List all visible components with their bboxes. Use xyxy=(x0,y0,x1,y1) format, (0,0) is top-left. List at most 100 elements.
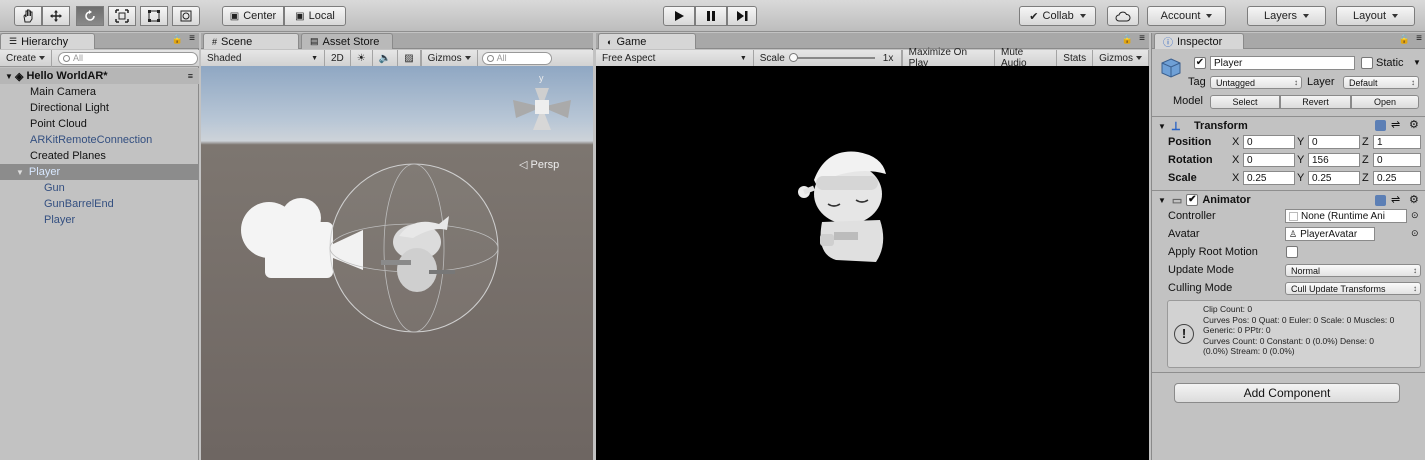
create-dropdown[interactable]: Create xyxy=(0,49,53,67)
component-gear-icon[interactable]: ⚙ xyxy=(1409,193,1419,206)
scale-slider[interactable]: Scale 1x xyxy=(754,49,902,67)
cloud-button[interactable] xyxy=(1107,6,1139,26)
stats-toggle[interactable]: Stats xyxy=(1057,49,1094,67)
scene-options-icon[interactable]: ≡ xyxy=(188,71,193,81)
game-gizmos-dropdown[interactable]: Gizmos xyxy=(1093,49,1149,67)
lock-icon[interactable]: 🔒 xyxy=(1122,34,1133,45)
scale-x-field[interactable]: 0.25 xyxy=(1243,171,1295,185)
lock-icon[interactable]: 🔒 xyxy=(1399,34,1410,45)
add-component-button[interactable]: Add Component xyxy=(1174,383,1400,403)
hierarchy-item-gun[interactable]: Gun xyxy=(0,180,199,196)
help-book-icon[interactable] xyxy=(1375,195,1386,206)
hierarchy-search-input[interactable]: All xyxy=(58,51,199,65)
object-picker-icon[interactable]: ⊙ xyxy=(1411,228,1419,239)
lock-icon[interactable]: 🔒 xyxy=(172,34,183,45)
hierarchy-item-arkit-remote[interactable]: ARKitRemoteConnection xyxy=(0,132,199,148)
tab-asset-store[interactable]: ▤ Asset Store xyxy=(301,33,393,49)
scale-slider-track[interactable] xyxy=(788,53,875,62)
scale-tool-icon[interactable] xyxy=(108,6,136,26)
foldout-arrow-icon[interactable]: ▼ xyxy=(1158,122,1166,131)
tab-game[interactable]: ◐ Game xyxy=(598,33,696,49)
scale-slider-thumb[interactable] xyxy=(788,53,798,62)
rect-tool-icon[interactable] xyxy=(140,6,168,26)
tab-scene[interactable]: # Scene xyxy=(203,33,299,49)
apply-root-motion-checkbox[interactable] xyxy=(1286,246,1298,258)
scale-z-field[interactable]: 0.25 xyxy=(1373,171,1421,185)
rotation-x-field[interactable]: 0 xyxy=(1243,153,1295,167)
play-button[interactable] xyxy=(663,6,695,26)
help-book-icon[interactable] xyxy=(1375,120,1386,131)
hierarchy-item-player-child[interactable]: Player xyxy=(0,212,199,228)
pivot-local-button[interactable]: ▣ Local xyxy=(284,6,346,26)
effects-toggle-icon[interactable]: ▨ xyxy=(398,49,421,67)
hierarchy-item-main-camera[interactable]: Main Camera xyxy=(0,84,199,100)
preset-sliders-icon[interactable]: ⇌ xyxy=(1391,193,1400,206)
audio-toggle-icon[interactable]: 🔈 xyxy=(373,49,399,67)
panel-menu-icon[interactable]: ≡ xyxy=(189,33,195,44)
expand-arrow-icon[interactable]: ▼ xyxy=(3,72,15,81)
scene-root-row[interactable]: ▼ ◈ Hello WorldAR* ≡ xyxy=(0,68,199,84)
layer-dropdown[interactable]: Default xyxy=(1343,76,1419,89)
rotation-z-field[interactable]: 0 xyxy=(1373,153,1421,167)
model-revert-button[interactable]: Revert xyxy=(1280,95,1351,109)
active-checkbox[interactable]: ✔ xyxy=(1194,57,1206,69)
culling-mode-dropdown[interactable]: Cull Update Transforms xyxy=(1285,282,1421,295)
preset-sliders-icon[interactable]: ⇌ xyxy=(1391,118,1400,131)
tab-hierarchy[interactable]: ☰ Hierarchy xyxy=(0,33,95,49)
position-x-field[interactable]: 0 xyxy=(1243,135,1295,149)
hierarchy-item-player[interactable]: ▼ Player xyxy=(0,164,199,180)
game-viewport[interactable] xyxy=(596,66,1149,460)
scene-viewport[interactable]: y ◁ Persp xyxy=(201,66,593,460)
tag-dropdown[interactable]: Untagged xyxy=(1210,76,1302,89)
shading-dropdown[interactable]: Shaded ▼ xyxy=(201,49,325,67)
controller-field[interactable]: None (Runtime Ani xyxy=(1285,209,1407,223)
object-picker-icon[interactable]: ⊙ xyxy=(1411,210,1419,221)
layers-dropdown[interactable]: Layers xyxy=(1247,6,1326,26)
position-x-value: 0 xyxy=(1247,136,1253,148)
position-z-value: 1 xyxy=(1377,136,1383,148)
mute-audio-toggle[interactable]: Mute Audio xyxy=(995,47,1058,69)
panel-menu-icon[interactable]: ≡ xyxy=(1139,33,1145,44)
scene-gizmos-dropdown[interactable]: Gizmos xyxy=(420,49,478,67)
info-line: Curves Pos: 0 Quat: 0 Euler: 0 Scale: 0 … xyxy=(1203,314,1395,325)
lighting-toggle-icon[interactable]: ☀ xyxy=(351,49,373,67)
static-checkbox[interactable] xyxy=(1361,57,1373,69)
tab-inspector[interactable]: ⓘ Inspector xyxy=(1154,33,1244,49)
transform-tool-icon[interactable] xyxy=(172,6,200,26)
maximize-on-play-toggle[interactable]: Maximize On Play xyxy=(901,47,996,69)
pause-button[interactable] xyxy=(695,6,727,26)
step-button[interactable] xyxy=(727,6,757,26)
persp-label[interactable]: ◁ Persp xyxy=(519,158,559,171)
hierarchy-item-gun-barrel-end[interactable]: GunBarrelEnd xyxy=(0,196,199,212)
foldout-arrow-icon[interactable]: ▼ xyxy=(1158,196,1166,205)
collab-button[interactable]: ✔ Collab xyxy=(1019,6,1096,26)
2d-toggle[interactable]: 2D xyxy=(325,49,351,67)
pivot-center-button[interactable]: ▣ Center xyxy=(222,6,284,26)
expand-arrow-icon[interactable]: ▼ xyxy=(16,168,24,177)
rotate-tool-icon[interactable] xyxy=(76,6,104,26)
hierarchy-item-directional-light[interactable]: Directional Light xyxy=(0,100,199,116)
hierarchy-item-created-planes[interactable]: Created Planes xyxy=(0,148,199,164)
update-mode-dropdown[interactable]: Normal xyxy=(1285,264,1421,277)
component-gear-icon[interactable]: ⚙ xyxy=(1409,118,1419,131)
model-select-button[interactable]: Select xyxy=(1210,95,1280,109)
layout-dropdown[interactable]: Layout xyxy=(1336,6,1415,26)
aspect-dropdown[interactable]: Free Aspect ▼ xyxy=(596,49,754,67)
model-open-button[interactable]: Open xyxy=(1351,95,1419,109)
panel-menu-icon[interactable]: ≡ xyxy=(1416,33,1422,44)
player-model-scene[interactable] xyxy=(373,210,463,300)
rotation-y-field[interactable]: 156 xyxy=(1308,153,1360,167)
scene-search-input[interactable]: All xyxy=(481,51,552,65)
account-dropdown[interactable]: Account xyxy=(1147,6,1226,26)
scale-y-field[interactable]: 0.25 xyxy=(1308,171,1360,185)
static-dropdown-icon[interactable]: ▼ xyxy=(1413,58,1421,67)
object-name-field[interactable]: Player xyxy=(1210,56,1355,70)
animator-enabled-checkbox[interactable]: ✔ xyxy=(1186,194,1199,206)
scene-orientation-gizmo[interactable] xyxy=(511,74,573,144)
avatar-field[interactable]: ♙ PlayerAvatar xyxy=(1285,227,1375,241)
move-tool-icon[interactable] xyxy=(42,6,70,26)
position-y-field[interactable]: 0 xyxy=(1308,135,1360,149)
position-z-field[interactable]: 1 xyxy=(1373,135,1421,149)
hierarchy-item-point-cloud[interactable]: Point Cloud xyxy=(0,116,199,132)
hand-tool-icon[interactable] xyxy=(14,6,42,26)
